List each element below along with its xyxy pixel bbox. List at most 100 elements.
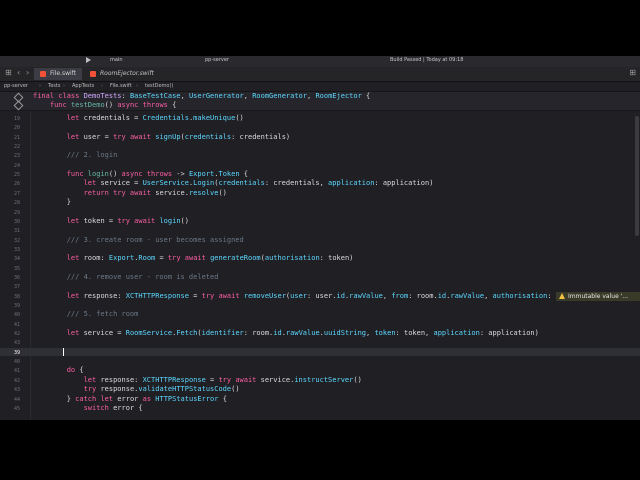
warning-icon — [559, 292, 565, 299]
code-line[interactable] — [0, 208, 640, 216]
code-line[interactable] — [0, 338, 640, 346]
code-text: /// 3. create room - user becomes assign… — [33, 236, 244, 244]
code-token: let — [83, 179, 97, 188]
code-token: error { — [108, 403, 143, 412]
code-token: token = — [79, 216, 118, 225]
chevron-left-icon[interactable]: ‹ — [17, 68, 20, 77]
code-token: , — [484, 291, 493, 300]
code-token: authorisation — [492, 291, 548, 300]
code-token: = — [155, 254, 168, 263]
code-comment: /// 5. fetch room — [33, 310, 139, 319]
code-token: rawValue — [349, 291, 383, 300]
code-line[interactable] — [0, 366, 640, 374]
code-token: try await — [117, 216, 156, 225]
code-token: () — [104, 101, 118, 109]
code-token: removeUser — [243, 291, 286, 300]
code-token: HTTPStatusError — [155, 394, 219, 403]
breadcrumb-item[interactable]: File.swift — [110, 83, 132, 89]
scheme-label[interactable]: main — [110, 57, 123, 63]
code-token: , — [243, 92, 253, 100]
add-editor-icon[interactable]: ⊞ — [629, 68, 636, 77]
code-line[interactable] — [0, 142, 640, 150]
code-line[interactable] — [0, 245, 640, 253]
code-token: let — [66, 216, 80, 225]
line-number: 38 — [13, 293, 20, 300]
code-line[interactable] — [0, 226, 640, 234]
code-line[interactable] — [0, 282, 640, 290]
code-token: resolve — [188, 188, 219, 197]
line-number: 44 — [13, 396, 20, 403]
code-token: -> — [172, 170, 189, 179]
line-number: 41 — [13, 368, 20, 375]
code-token: let — [66, 329, 80, 338]
code-token: credentials — [184, 132, 232, 141]
code-token: service = — [79, 329, 126, 338]
code-token: makeUnique — [193, 114, 236, 122]
grid-icon[interactable]: ⊞ — [5, 68, 12, 77]
code-line[interactable] — [0, 264, 640, 272]
tab-label: File.swift — [50, 70, 77, 77]
swift-file-icon — [90, 71, 96, 77]
code-token: async throws — [121, 170, 173, 179]
code-comment: /// 2. login — [33, 151, 118, 160]
code-token: token — [374, 329, 396, 338]
video-letterbox-bottom — [0, 420, 640, 480]
code-line[interactable] — [0, 357, 640, 365]
chevron-right-icon: › — [101, 83, 103, 89]
project-label[interactable]: pp-server — [205, 57, 229, 63]
code-token: response: — [96, 375, 143, 384]
code-token: rawValue — [285, 329, 320, 338]
chevron-right-icon[interactable]: › — [26, 68, 29, 77]
code-token: () — [218, 188, 227, 197]
code-token: () — [231, 385, 240, 394]
code-token: credentials — [218, 179, 265, 188]
code-line[interactable] — [0, 161, 640, 169]
breadcrumb-item[interactable]: Tests — [48, 83, 60, 89]
code-token: try — [83, 385, 97, 394]
line-number: 42 — [13, 331, 20, 338]
code-line[interactable] — [0, 301, 640, 309]
code-token: UserService — [142, 179, 189, 188]
code-token: Export — [188, 170, 215, 179]
code-token: do — [66, 366, 76, 375]
tab-file-swift[interactable]: File.swift — [34, 68, 82, 80]
run-icon[interactable] — [86, 57, 91, 63]
breadcrumb-item[interactable]: testDemo() — [145, 83, 173, 89]
code-line[interactable] — [0, 320, 640, 328]
code-token: from — [391, 291, 409, 300]
code-token: error — [113, 394, 143, 403]
warning-text: Immutable value '... — [568, 292, 629, 300]
tab-roomejector-swift[interactable]: RoomEjector.swift — [84, 68, 154, 80]
chevron-right-icon: › — [63, 83, 65, 89]
code-token: BaseTestCase — [129, 92, 181, 100]
code-token: validateHTTPStatusCode — [138, 385, 232, 394]
code-token: service = — [96, 179, 143, 188]
warning-annotation[interactable]: Immutable value '... — [556, 291, 640, 301]
breadcrumb: pp-server › Tests › AppTests › File.swif… — [0, 82, 640, 92]
code-text: /// 2. login — [33, 151, 118, 160]
line-number: 20 — [13, 125, 20, 132]
code-token: () — [353, 375, 362, 384]
breadcrumb-item[interactable]: AppTests — [72, 83, 94, 89]
code-token: as — [142, 394, 152, 403]
code-line[interactable] — [0, 123, 640, 131]
line-number: 42 — [13, 377, 20, 384]
code-token: } — [33, 394, 76, 403]
code-token: final class — [33, 92, 84, 100]
line-number: 39 — [13, 349, 20, 356]
line-number: 40 — [13, 359, 20, 366]
line-number: 40 — [13, 312, 20, 319]
code-token: instructServer — [294, 375, 354, 384]
code-line-current[interactable] — [0, 347, 640, 356]
code-token: : credentials, — [264, 179, 329, 188]
code-token: let — [66, 132, 80, 141]
breadcrumb-item[interactable]: pp-server — [4, 83, 28, 89]
build-status: Build Passed | Today at 09:18 — [390, 57, 464, 63]
code-token: service. — [151, 188, 189, 197]
code-text: try response.validateHTTPStatusCode() — [33, 385, 240, 393]
code-line[interactable] — [0, 198, 640, 206]
